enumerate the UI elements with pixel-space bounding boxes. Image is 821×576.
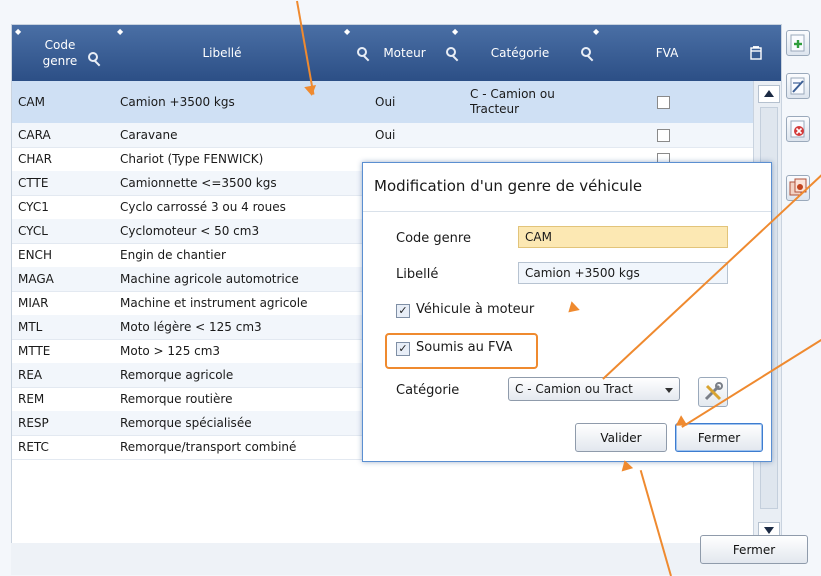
column-header-label: Catégorie (490, 46, 550, 60)
cell-libelle: Machine agricole automotrice (120, 272, 299, 286)
scroll-up-icon[interactable] (758, 85, 780, 103)
cell-libelle: Chariot (Type FENWICK) (120, 152, 264, 166)
cell-libelle: Caravane (120, 128, 178, 142)
vehicule-moteur-label: Véhicule à moteur (416, 302, 535, 317)
fva-checkbox[interactable] (657, 129, 670, 142)
cell-code: REA (18, 368, 43, 382)
cell-libelle: Remorque spécialisée (120, 416, 252, 430)
edit-icon (790, 77, 805, 95)
cell-libelle: Engin de chantier (120, 248, 226, 262)
cell-moteur: Oui (375, 128, 396, 142)
column-header-label: FVA (655, 46, 679, 60)
column-header-categorie[interactable]: Catégorie (464, 25, 576, 81)
validate-button-label: Valider (600, 430, 642, 445)
cell-libelle: Remorque agricole (120, 368, 234, 382)
cell-libelle: Camionnette <=3500 kgs (120, 176, 277, 190)
dialog-divider (363, 211, 771, 212)
table-row[interactable]: CAM Camion +3500 kgs Oui C - Camion ou Trac… (12, 81, 753, 124)
cell-code: RETC (18, 440, 49, 454)
cell-code: MAGA (18, 272, 54, 286)
soumis-fva-label: Soumis au FVA (416, 340, 513, 355)
libelle-label: Libellé (396, 267, 439, 282)
cell-moteur: Oui (375, 95, 396, 109)
grid-header: ◆ ◆ ◆ ◆ ◆ Code genre Libellé Moteur Caté… (12, 25, 781, 81)
cell-code: REM (18, 392, 45, 406)
sort-marker-icon: ◆ (593, 27, 600, 36)
categorie-label: Catégorie (396, 383, 460, 398)
cell-libelle: Camion +3500 kgs (120, 95, 235, 109)
delete-button[interactable] (786, 116, 810, 142)
categorie-select[interactable]: C - Camion ou Tract (508, 377, 680, 401)
libelle-field[interactable]: Camion +3500 kgs (518, 262, 728, 284)
cell-categorie: C - Camion ou Tracteur (470, 87, 555, 116)
cell-libelle: Moto légère < 125 cm3 (120, 320, 262, 334)
delete-icon (790, 120, 805, 138)
cell-code: ENCH (18, 248, 52, 262)
filter-key-icon[interactable] (357, 47, 371, 61)
cell-code: CTTE (18, 176, 49, 190)
add-icon (790, 34, 805, 52)
cell-libelle: Machine et instrument agricole (120, 296, 308, 310)
close-button-label: Fermer (732, 542, 776, 557)
sort-marker-icon: ◆ (452, 27, 459, 36)
chevron-down-icon (665, 388, 673, 393)
validate-button[interactable]: Valider (575, 423, 667, 452)
cell-libelle: Remorque routière (120, 392, 233, 406)
cell-code: RESP (18, 416, 49, 430)
fva-checkbox[interactable] (657, 96, 670, 109)
code-genre-label: Code genre (396, 231, 471, 246)
sort-marker-icon: ◆ (344, 27, 351, 36)
dialog-close-button-label: Fermer (697, 430, 741, 445)
column-header-label: Moteur (383, 46, 426, 60)
dialog-close-button[interactable]: Fermer (675, 423, 763, 452)
filter-key-icon[interactable] (88, 52, 102, 66)
dialog-title: Modification d'un genre de véhicule (374, 177, 643, 195)
edit-button[interactable] (786, 73, 810, 99)
cell-categorie (470, 123, 598, 147)
cell-code: CHAR (18, 152, 52, 166)
sort-marker-icon: ◆ (15, 27, 22, 36)
cell-code: MTTE (18, 344, 51, 358)
column-header-libelle[interactable]: Libellé (112, 25, 332, 81)
filter-key-icon[interactable] (581, 47, 595, 61)
categorie-tools-button[interactable] (698, 377, 728, 407)
column-header-fva[interactable]: FVA (602, 25, 732, 81)
cell-libelle: Cyclomoteur < 50 cm3 (120, 224, 260, 238)
vehicule-moteur-checkbox[interactable]: ✓ (396, 304, 410, 318)
cell-code: CYCL (18, 224, 48, 238)
column-header-label: Code genre (42, 38, 78, 68)
categorie-select-value: C - Camion ou Tract (515, 382, 633, 396)
code-genre-field[interactable]: CAM (518, 226, 728, 248)
cell-code: CARA (18, 128, 51, 142)
table-row[interactable]: CARA Caravane Oui (12, 123, 753, 148)
annotation-arrowhead (304, 85, 318, 97)
cell-code: MIAR (18, 296, 49, 310)
cell-code: CAM (18, 95, 45, 109)
close-button[interactable]: Fermer (700, 535, 808, 564)
soumis-fva-checkbox[interactable]: ✓ (396, 342, 410, 356)
column-header-moteur[interactable]: Moteur (372, 25, 437, 81)
cell-libelle: Remorque/transport combiné (120, 440, 297, 454)
cell-code: CYC1 (18, 200, 49, 214)
filter-key-icon[interactable] (446, 47, 460, 61)
cell-libelle: Cyclo carrossé 3 ou 4 roues (120, 200, 286, 214)
column-header-label: Libellé (202, 46, 242, 60)
column-header-code[interactable]: Code genre (30, 25, 90, 81)
cell-libelle: Moto > 125 cm3 (120, 344, 221, 358)
add-button[interactable] (786, 30, 810, 56)
column-chooser-icon[interactable] (750, 46, 762, 60)
cell-code: MTL (18, 320, 43, 334)
